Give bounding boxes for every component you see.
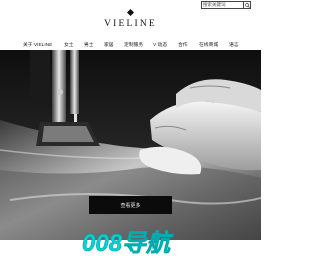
view-more-button[interactable]: 查看更多	[89, 196, 172, 214]
nav-item-partners[interactable]: 合作	[178, 41, 188, 48]
diamond-logo-mark-icon	[126, 8, 135, 17]
watermark: 008导航	[80, 227, 220, 258]
nav-item-language[interactable]: 语言	[229, 41, 239, 48]
site-header: VIELINE	[0, 0, 261, 38]
nav-item-custom-service[interactable]: 定制服务	[124, 41, 143, 48]
search-box[interactable]	[201, 1, 251, 9]
nav-item-home[interactable]: 家居	[104, 41, 114, 48]
search-button[interactable]	[243, 2, 250, 8]
main-nav: 关于 VIELINE 女士 男士 家居 定制服务 V 动态 合作 在线商城 语言	[0, 38, 261, 50]
nav-item-news[interactable]: V 动态	[153, 41, 167, 48]
watermark-text: 008导航	[82, 230, 174, 257]
nav-item-women[interactable]: 女士	[64, 41, 74, 48]
nav-item-about[interactable]: 关于 VIELINE	[23, 41, 52, 48]
logo-text: VIELINE	[104, 19, 157, 29]
nav-item-online-store[interactable]: 在线商城	[199, 41, 218, 48]
site-logo[interactable]: VIELINE	[0, 8, 261, 29]
search-icon	[244, 2, 250, 8]
search-input[interactable]	[203, 2, 243, 8]
nav-item-men[interactable]: 男士	[84, 41, 94, 48]
